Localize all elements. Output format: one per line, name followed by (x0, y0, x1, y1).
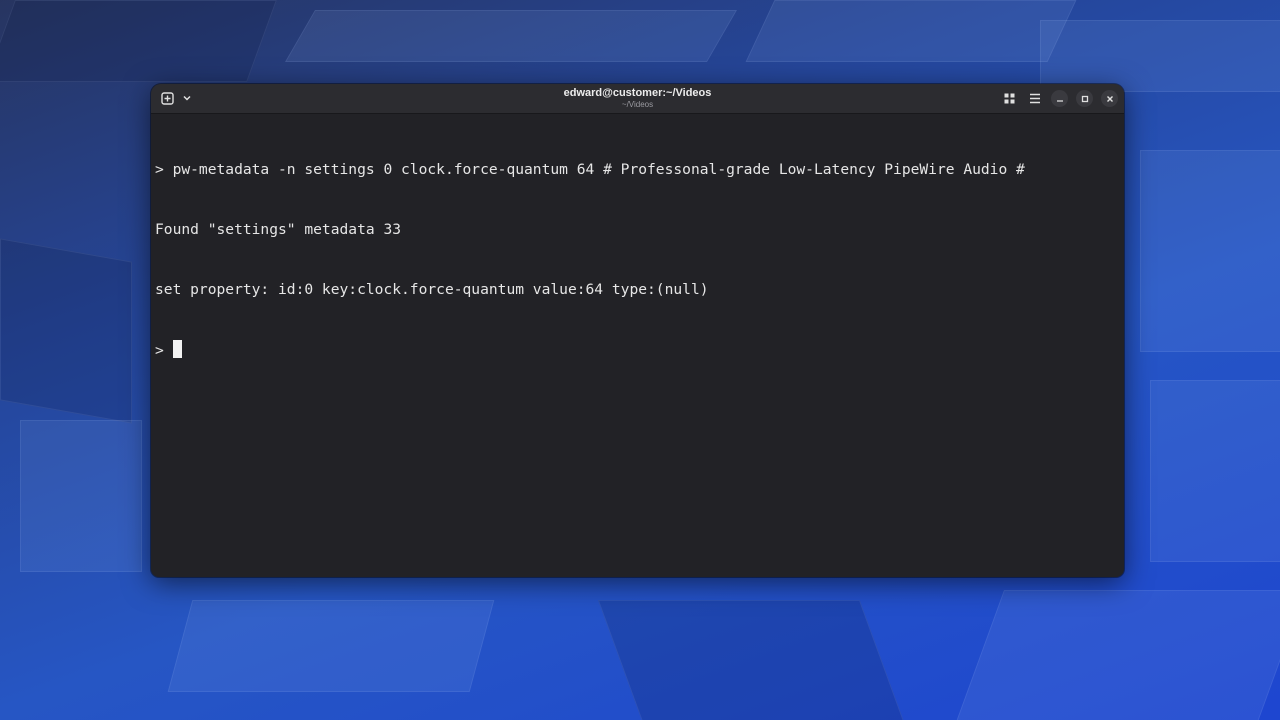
new-tab-button[interactable] (159, 90, 175, 106)
tab-menu-button[interactable] (179, 90, 195, 106)
minimize-icon (1056, 99, 1063, 102)
window-title: edward@customer:~/Videos (563, 87, 712, 99)
minimize-button[interactable] (1051, 90, 1068, 107)
hamburger-menu-icon (1029, 93, 1040, 104)
text-cursor (172, 340, 182, 358)
terminal-prompt: > (155, 342, 173, 359)
terminal-window: edward@customer:~/Videos ~/Videos > pw-m… (151, 84, 1124, 577)
maximize-button[interactable] (1076, 90, 1093, 107)
close-icon (1106, 95, 1113, 102)
maximize-icon (1081, 95, 1088, 102)
grid-icon (1004, 93, 1015, 104)
window-title-block: edward@customer:~/Videos ~/Videos (151, 87, 1124, 110)
window-subtitle: ~/Videos (621, 100, 654, 109)
close-button[interactable] (1101, 90, 1118, 107)
chevron-down-icon (183, 95, 191, 101)
view-tabs-button[interactable] (1001, 90, 1018, 107)
terminal-line-output: set property: id:0 key:clock.force-quant… (155, 281, 709, 298)
new-tab-icon (160, 91, 174, 105)
terminal-line-output: Found "settings" metadata 33 (155, 221, 402, 238)
title-bar[interactable]: edward@customer:~/Videos ~/Videos (151, 84, 1124, 114)
main-menu-button[interactable] (1026, 90, 1043, 107)
terminal-output[interactable]: > pw-metadata -n settings 0 clock.force-… (155, 120, 1120, 573)
terminal-line-command: > pw-metadata -n settings 0 clock.force-… (155, 161, 1025, 178)
terminal-prompt-line[interactable]: > (155, 340, 1120, 360)
